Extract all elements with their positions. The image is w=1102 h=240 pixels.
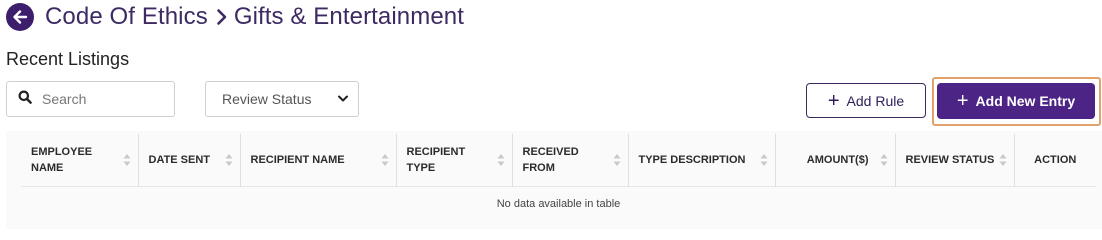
chevron-right-icon [216, 8, 228, 26]
search-input[interactable] [42, 91, 162, 107]
column-header[interactable]: REVIEW STATUS [894, 134, 1014, 187]
sort-icon[interactable] [225, 153, 233, 167]
section-title: Recent Listings [6, 49, 130, 69]
plus-icon: + [827, 89, 840, 112]
review-status-select[interactable]: Review Status [205, 81, 359, 117]
column-header[interactable]: RECEIVED FROM [511, 134, 628, 187]
plus-icon: + [956, 90, 969, 112]
chevron-down-icon [338, 90, 348, 108]
column-header: ACTION [1013, 134, 1096, 187]
table-header-row: EMPLOYEE NAME DATE SENT RECIPIENT NAME R… [21, 134, 1096, 187]
listings-table-container: EMPLOYEE NAME DATE SENT RECIPIENT NAME R… [6, 131, 1102, 229]
page-title: Gifts & Entertainment [233, 3, 465, 30]
add-new-entry-button[interactable]: + Add New Entry [937, 83, 1095, 119]
column-header[interactable]: DATE SENT [137, 134, 240, 187]
empty-table-message: No data available in table [496, 198, 621, 211]
search-box[interactable] [6, 81, 175, 117]
column-header[interactable]: AMOUNT($) [774, 134, 895, 187]
listings-table: EMPLOYEE NAME DATE SENT RECIPIENT NAME R… [21, 134, 1096, 222]
breadcrumb-parent[interactable]: Code Of Ethics [45, 3, 208, 31]
search-icon [18, 90, 32, 109]
breadcrumb: Code Of Ethics Gifts & Entertainment [6, 2, 464, 32]
sort-icon[interactable] [123, 153, 131, 167]
review-status-value: Review Status [222, 91, 312, 107]
back-icon[interactable] [6, 3, 34, 31]
column-header[interactable]: RECIPIENT NAME [239, 134, 396, 187]
sort-icon[interactable] [999, 153, 1007, 167]
sort-icon[interactable] [880, 153, 888, 167]
column-header[interactable]: EMPLOYEE NAME [21, 134, 138, 187]
column-header[interactable]: RECIPIENT TYPE [395, 134, 512, 187]
sort-icon[interactable] [497, 153, 505, 167]
sort-icon[interactable] [381, 153, 389, 167]
table-row: No data available in table [21, 186, 1096, 222]
add-rule-button[interactable]: + Add Rule [806, 83, 926, 118]
add-rule-label: Add Rule [846, 92, 905, 109]
add-new-entry-label: Add New Entry [975, 93, 1076, 109]
sort-icon[interactable] [613, 153, 621, 167]
column-header[interactable]: TYPE DESCRIPTION [627, 134, 775, 187]
sort-icon[interactable] [760, 153, 768, 167]
